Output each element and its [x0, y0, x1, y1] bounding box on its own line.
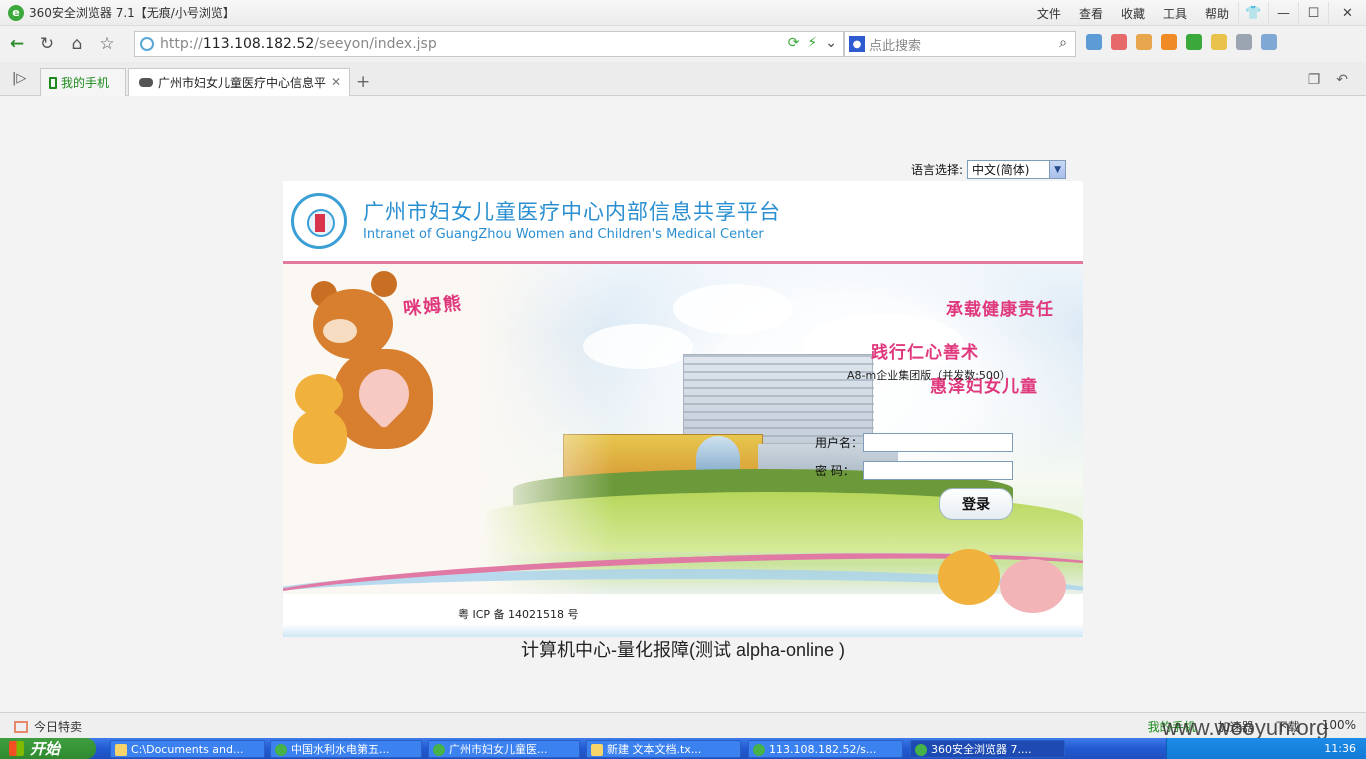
mascot-cub: [289, 374, 359, 464]
daily-deals-label: 今日特卖: [34, 720, 83, 734]
taskbar-item[interactable]: 新建 文本文档.tx...: [586, 740, 741, 758]
slogan-2: 践行仁心善术: [871, 343, 979, 363]
username-label: 用户名：: [815, 436, 864, 450]
taskbar-item[interactable]: C:\Documents and...: [110, 740, 265, 758]
skin-icon[interactable]: 👕: [1238, 2, 1268, 24]
refresh-button[interactable]: ↻: [34, 31, 60, 57]
shield-icon[interactable]: [1186, 34, 1202, 50]
close-button[interactable]: ✕: [1328, 2, 1366, 24]
password-input[interactable]: [863, 461, 1013, 480]
globe-icon: [140, 37, 154, 51]
mail-icon[interactable]: [1111, 34, 1127, 50]
menu-file[interactable]: 文件: [1028, 5, 1070, 22]
start-button[interactable]: 开始: [0, 738, 96, 759]
bookmark-star-button[interactable]: ☆: [94, 31, 120, 57]
sidebar-toggle-icon[interactable]: |▷: [12, 71, 26, 86]
address-url[interactable]: http://113.108.182.52/seeyon/index.jsp: [160, 36, 437, 52]
menu-tools[interactable]: 工具: [1154, 5, 1196, 22]
tab-hospital-portal[interactable]: 广州市妇女儿童医疗中心信息平 ✕: [128, 68, 350, 96]
maximize-button[interactable]: ☐: [1298, 2, 1328, 24]
tab-label: 广州市妇女儿童医疗中心信息平: [158, 76, 327, 90]
extension-icons: [1086, 34, 1277, 50]
language-selector: 语言选择: 中文(简体) ▼: [911, 160, 1067, 179]
tab-bar: |▷ 我的手机 广州市妇女儿童医疗中心信息平 ✕ + ❐ ↶: [0, 62, 1366, 96]
navigation-bar: ← ↻ ⌂ ☆ http://113.108.182.52/seeyon/ind…: [0, 26, 1366, 62]
new-tab-button[interactable]: +: [356, 72, 370, 92]
hospital-emblem-icon: [291, 193, 347, 249]
footer-link[interactable]: 计算机中心-量化报障(测试 alpha-online ): [0, 636, 1366, 662]
lightning-icon[interactable]: ⚡: [807, 35, 817, 51]
baidu-paw-icon[interactable]: ●: [849, 36, 865, 52]
icp-license: 粤 ICP 备 14021518 号: [458, 608, 579, 621]
tab-my-phone[interactable]: 我的手机: [40, 68, 126, 96]
plane-icon[interactable]: [1161, 34, 1177, 50]
portal-title-cn: 广州市妇女儿童医疗中心内部信息共享平台: [363, 200, 781, 224]
screenshot-icon[interactable]: [1236, 34, 1252, 50]
portal-title-en: Intranet of GuangZhou Women and Children…: [363, 227, 764, 242]
tab-list-icon[interactable]: ❐: [1308, 72, 1321, 88]
start-label: 开始: [30, 740, 61, 758]
windows-taskbar: 开始 C:\Documents and... 中国水利水电第五... 广州市妇女…: [0, 738, 1366, 759]
translate-icon[interactable]: [1136, 34, 1152, 50]
back-button[interactable]: ←: [4, 31, 30, 57]
zoom-icon[interactable]: [1261, 34, 1277, 50]
language-value: 中文(简体): [972, 163, 1030, 177]
tab-label: 我的手机: [61, 76, 110, 90]
edition-label: A8-m企业集团版（并发数:500）: [847, 369, 1011, 382]
chevron-down-icon[interactable]: ⌄: [825, 35, 837, 51]
username-input[interactable]: [863, 433, 1013, 452]
page-content: 语言选择: 中文(简体) ▼ 广州市妇女儿童医疗中心内部信息共享平台 Intra…: [0, 96, 1366, 712]
login-button[interactable]: 登录: [939, 488, 1013, 520]
menu-favorites[interactable]: 收藏: [1112, 5, 1154, 22]
mascot-cubs-pair: [938, 544, 1078, 614]
search-box[interactable]: ● 点此搜索 ⌕: [844, 31, 1076, 57]
url-prefix: http://: [160, 36, 203, 52]
search-input[interactable]: 点此搜索: [869, 35, 921, 54]
reload-icon[interactable]: ⟳: [788, 35, 800, 51]
taskbar-item[interactable]: 中国水利水电第五...: [270, 740, 422, 758]
title-bar: e 360安全浏览器 7.1【无痕/小号浏览】 文件 查看 收藏 工具 帮助 👕…: [0, 0, 1366, 26]
taskbar-item[interactable]: 广州市妇女儿童医...: [428, 740, 580, 758]
address-bar[interactable]: http://113.108.182.52/seeyon/index.jsp ⟳…: [134, 31, 844, 57]
login-panel: 广州市妇女儿童医疗中心内部信息共享平台 Intranet of GuangZho…: [283, 181, 1083, 637]
title-bar-right: 文件 查看 收藏 工具 帮助 👕 — ☐ ✕: [1028, 0, 1366, 26]
chevron-down-icon[interactable]: ▼: [1049, 161, 1066, 178]
apps-icon[interactable]: [1086, 34, 1102, 50]
url-host: 113.108.182.52: [202, 36, 315, 52]
language-label: 语言选择:: [911, 163, 964, 177]
menu-help[interactable]: 帮助: [1196, 5, 1238, 22]
gift-icon: [14, 720, 28, 733]
tab-bar-tools: ❐ ↶: [1308, 72, 1348, 88]
slogan-1: 承载健康责任: [946, 300, 1054, 320]
banner-scene: 咪姆熊 承载健康责任 践行仁心善术 惠泽妇女儿童 A8-m企业集团版（并发数:5…: [283, 264, 1083, 637]
close-tab-icon[interactable]: ✕: [331, 75, 341, 89]
undo-close-icon[interactable]: ↶: [1336, 72, 1348, 88]
system-tray: 11:36: [1166, 738, 1366, 759]
taskbar-item[interactable]: 113.108.182.52/s...: [748, 740, 903, 758]
home-button[interactable]: ⌂: [64, 31, 90, 57]
incognito-mask-icon: [139, 78, 153, 87]
taskbar-item[interactable]: 360安全浏览器 7....: [910, 740, 1065, 758]
daily-deals[interactable]: 今日特卖: [14, 718, 82, 735]
clock: 11:36: [1324, 742, 1356, 755]
url-path: /seeyon/index.jsp: [314, 36, 437, 52]
password-label: 密 码：: [815, 464, 855, 478]
search-icon[interactable]: ⌕: [1059, 35, 1067, 51]
windows-flag-icon: [9, 741, 24, 756]
phone-icon: [49, 76, 57, 89]
window-title: 360安全浏览器 7.1【无痕/小号浏览】: [29, 6, 235, 20]
menu-view[interactable]: 查看: [1070, 5, 1112, 22]
language-select[interactable]: 中文(简体) ▼: [967, 160, 1067, 179]
game-icon[interactable]: [1211, 34, 1227, 50]
browser-logo-icon: e: [8, 4, 24, 21]
minimize-button[interactable]: —: [1268, 2, 1298, 24]
address-tools: ⟳ ⚡ ⌄: [788, 35, 837, 51]
portal-header: 广州市妇女儿童医疗中心内部信息共享平台 Intranet of GuangZho…: [283, 181, 1083, 261]
